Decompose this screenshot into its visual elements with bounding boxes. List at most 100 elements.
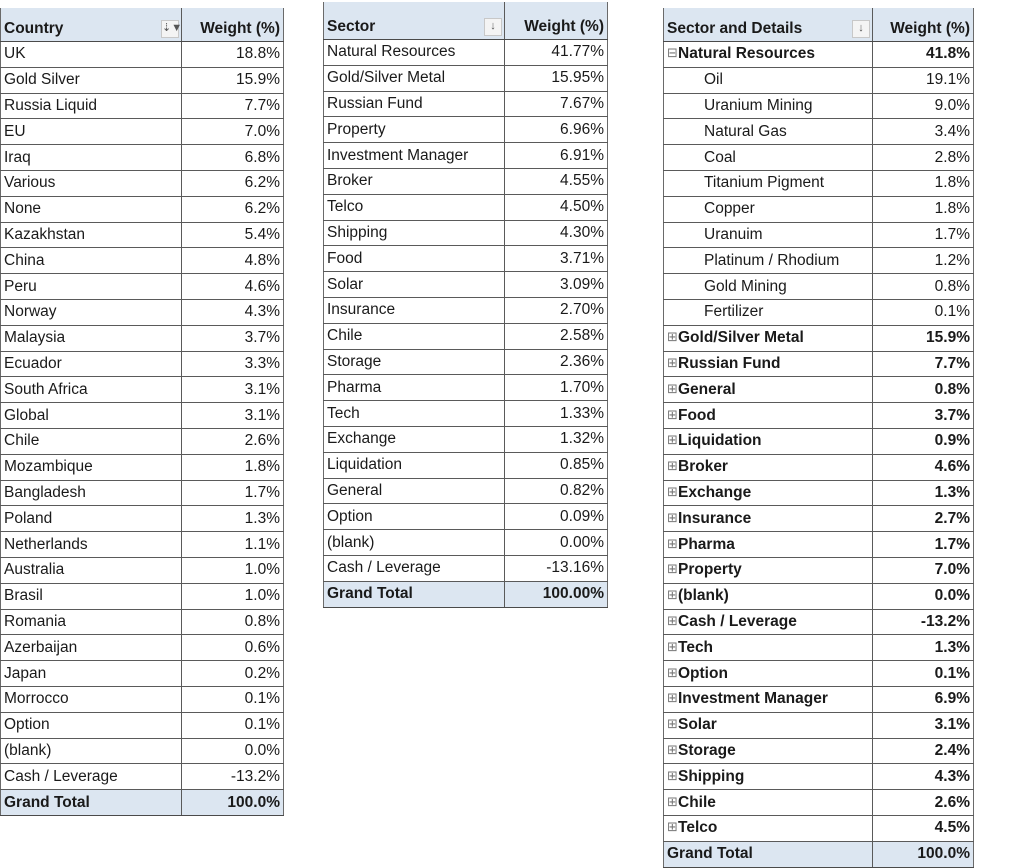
expand-icon[interactable]: ⊞ [667,562,678,575]
detail-label: Titanium Pigment [663,170,873,197]
row-label: Kazakhstan [0,222,182,249]
group-label-cell: ⊞Cash / Leverage [663,609,873,636]
row-value: 1.33% [504,400,608,427]
row-value: 3.1% [181,376,284,404]
row-value: 2.70% [504,297,608,324]
table-row: Morrocco 0.1% [0,686,284,713]
detail-value: 19.1% [872,67,974,94]
row-value: 4.8% [181,247,284,275]
expand-icon[interactable]: ⊞ [667,588,678,601]
filter-sort-icon[interactable]: ⇣▼ [161,20,182,38]
group-row: ⊞General 0.8% [663,376,974,404]
grand-total-row: Grand Total 100.0% [0,789,284,816]
table-row: Bangladesh 1.7% [0,480,284,507]
group-row: ⊞Russian Fund 7.7% [663,351,974,378]
expand-icon[interactable]: ⊞ [667,795,678,808]
row-value: 0.6% [181,634,284,662]
expand-icon[interactable]: ⊞ [667,640,678,653]
expand-icon[interactable]: ⊞ [667,433,678,446]
expand-icon[interactable]: ⊞ [667,614,678,627]
row-label-header[interactable]: Sector and Details ↓ [663,8,873,42]
row-label: Broker [323,168,505,195]
table-row: Netherlands 1.1% [0,531,284,558]
expand-icon[interactable]: ⊞ [667,769,678,782]
header-row: Sector ↓ Weight (%) [323,2,608,40]
detail-row: Natural Gas 3.4% [663,118,974,146]
row-label: Russia Liquid [0,93,182,120]
expand-icon[interactable]: ⊞ [667,459,678,472]
expand-icon[interactable]: ⊞ [667,330,678,343]
expand-icon[interactable]: ⊞ [667,382,678,395]
expand-icon[interactable]: ⊞ [667,717,678,730]
group-row: ⊞Chile 2.6% [663,789,974,816]
group-label: Tech [678,638,714,656]
detail-row: Fertilizer 0.1% [663,299,974,326]
expand-icon[interactable]: ⊞ [667,356,678,369]
group-label: Food [678,406,716,424]
row-label: Poland [0,505,182,533]
row-label: Pharma [323,374,505,402]
row-value: 6.8% [181,144,284,171]
table-row: Malaysia 3.7% [0,325,284,352]
row-label: Global [0,402,182,429]
row-value: 100.00% [504,580,608,608]
group-label-cell: ⊞Food [663,402,873,429]
row-value: 4.3% [181,299,284,326]
row-label: Romania [0,609,182,636]
group-label-cell: ⊞Broker [663,454,873,481]
expand-icon[interactable]: ⊞ [667,743,678,756]
sort-descending-icon[interactable]: ↓ [484,18,502,36]
sector-pivot-table: Sector ↓ Weight (%) Natural Resources 41.77%… [323,2,608,608]
expand-icon[interactable]: ⊞ [667,820,678,833]
expand-icon[interactable]: ⊞ [667,408,678,421]
group-label-cell: ⊟Natural Resources [663,41,873,68]
detail-row: Platinum / Rhodium 1.2% [663,247,974,275]
table-row: Cash / Leverage -13.16% [323,555,608,582]
group-value: 7.7% [872,351,974,378]
expand-icon[interactable]: ⊞ [667,485,678,498]
sort-descending-icon[interactable]: ↓ [852,20,870,38]
row-label: Malaysia [0,325,182,352]
table-row: Russian Fund 7.67% [323,91,608,118]
table-row: Brasil 1.0% [0,583,284,610]
row-label: Norway [0,299,182,326]
table-row: Tech 1.33% [323,400,608,427]
row-label-header[interactable]: Country ⇣▼ [0,8,182,42]
group-label: Natural Resources [678,45,815,63]
group-label-cell: ⊞Investment Manager [663,686,873,713]
group-row: ⊞Gold/Silver Metal 15.9% [663,325,974,352]
group-label: General [678,380,736,398]
expand-icon[interactable]: ⊞ [667,691,678,704]
group-label: Russian Fund [678,354,781,372]
row-value: 18.8% [181,41,284,68]
group-value: 2.6% [872,789,974,816]
table-row: Food 3.71% [323,245,608,273]
grand-total-row: Grand Total 100.00% [323,580,608,608]
table-row: Poland 1.3% [0,505,284,533]
table-row: Norway 4.3% [0,299,284,326]
collapse-icon[interactable]: ⊟ [667,46,678,59]
row-value: 0.82% [504,478,608,505]
row-value: 6.91% [504,142,608,169]
header-label: Sector and Details [667,20,803,37]
group-label: Storage [678,741,736,759]
table-row: Natural Resources 41.77% [323,39,608,66]
expand-icon[interactable]: ⊞ [667,666,678,679]
group-label-cell: ⊞Russian Fund [663,351,873,378]
row-value: 0.0% [181,738,284,765]
row-value: 15.95% [504,65,608,92]
row-label: Investment Manager [323,142,505,169]
group-value: 0.9% [872,428,974,455]
group-row: ⊟Natural Resources 41.8% [663,41,974,68]
expand-icon[interactable]: ⊞ [667,511,678,524]
group-row: ⊞Liquidation 0.9% [663,428,974,455]
group-label-cell: ⊞Exchange [663,480,873,507]
row-label: Food [323,245,505,273]
row-label: Ecuador [0,351,182,378]
detail-value: 1.8% [872,196,974,223]
expand-icon[interactable]: ⊞ [667,537,678,550]
table-row: Telco 4.50% [323,194,608,221]
table-row: Global 3.1% [0,402,284,429]
group-value: 41.8% [872,41,974,68]
row-label-header[interactable]: Sector ↓ [323,2,505,40]
